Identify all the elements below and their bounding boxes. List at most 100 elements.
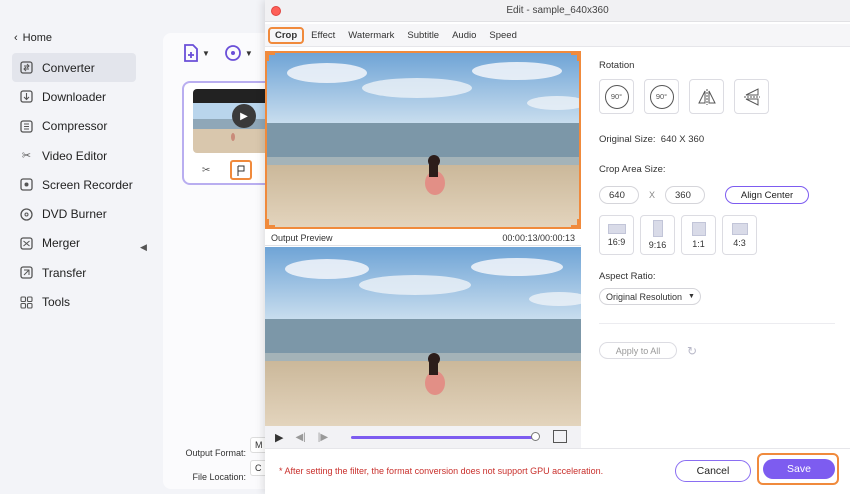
file-location-label: File Location:: [192, 472, 246, 482]
add-toolbar: ▼ ▼: [183, 44, 253, 62]
save-button[interactable]: Save: [763, 459, 835, 479]
original-size: Original Size: 640 X 360: [599, 134, 704, 145]
add-file-button[interactable]: ▼: [183, 44, 210, 62]
tab-effect[interactable]: Effect: [305, 27, 341, 44]
aspect-ratio-select[interactable]: Original Resolution ▼: [599, 288, 701, 305]
scissors-icon: ✂: [21, 150, 32, 163]
aspect-ratio-value: Original Resolution: [606, 291, 683, 302]
footer-divider: [265, 448, 850, 449]
dialog-title: Edit - sample_640x360: [506, 5, 609, 16]
chevron-left-icon: ‹: [14, 32, 18, 44]
next-frame-icon[interactable]: |▶: [318, 432, 328, 443]
sidebar-item-merger[interactable]: Merger: [12, 229, 136, 258]
reset-icon[interactable]: ↻: [687, 344, 697, 358]
ratio-9-16-icon: [652, 220, 663, 237]
ratio-9-16-button[interactable]: 9:16: [640, 215, 675, 255]
crop-settings: Rotation 90° 90° Original Size: 640 X 36…: [599, 60, 839, 359]
bottom-settings: Output Format: File Location:: [170, 441, 246, 489]
flip-horizontal-button[interactable]: [689, 79, 724, 114]
crop-handle-top-right[interactable]: [571, 53, 579, 61]
video-thumbnail-card[interactable]: ▶ ✂: [182, 81, 277, 185]
add-file-icon: [184, 44, 198, 62]
save-button-highlight: Save: [757, 453, 839, 485]
output-preview-image: [265, 247, 581, 426]
apply-to-all-button[interactable]: Apply to All: [599, 342, 677, 359]
output-preview: [265, 247, 581, 426]
sidebar-item-label: Screen Recorder: [42, 177, 133, 192]
ratio-1-1-icon: [691, 221, 706, 236]
tab-audio[interactable]: Audio: [446, 27, 482, 44]
screen-recorder-icon: [20, 178, 33, 191]
sidebar-item-label: Tools: [42, 295, 71, 310]
sidebar-item-transfer[interactable]: Transfer: [12, 258, 136, 287]
transfer-icon: [20, 266, 33, 279]
downloader-icon: [20, 90, 33, 104]
rotate-right-button[interactable]: 90°: [644, 79, 679, 114]
ratio-label: 9:16: [648, 240, 667, 250]
tab-watermark[interactable]: Watermark: [342, 27, 400, 44]
tab-subtitle[interactable]: Subtitle: [401, 27, 445, 44]
chevron-down-icon: ▼: [202, 48, 210, 58]
sidebar-nav: Converter Downloader Compressor ✂ Video …: [12, 53, 136, 317]
ratio-label: 16:9: [607, 236, 626, 247]
grid-icon: [20, 295, 33, 309]
crop-handle-top-left[interactable]: [267, 53, 275, 61]
ratio-4-3-button[interactable]: 4:3: [722, 215, 757, 255]
ratio-label: 4:3: [733, 237, 746, 248]
rotate-left-icon: 90°: [604, 84, 629, 109]
sidebar-item-tools[interactable]: Tools: [12, 287, 136, 316]
crop-area-row: 640 X 360 Align Center: [599, 186, 809, 204]
chevron-down-icon: ▼: [688, 293, 695, 300]
ratio-16-9-icon: [607, 223, 626, 234]
add-media-icon: [225, 45, 241, 61]
fullscreen-icon[interactable]: [553, 430, 567, 443]
crop-height-field[interactable]: 360: [665, 186, 705, 204]
crop-preview[interactable]: [265, 51, 581, 229]
ratio-4-3-icon: [731, 222, 748, 235]
ratio-1-1-button[interactable]: 1:1: [681, 215, 716, 255]
sidebar-item-label: DVD Burner: [42, 207, 107, 222]
sidebar-item-video-editor[interactable]: ✂ Video Editor: [12, 141, 136, 170]
play-button[interactable]: ▶: [275, 431, 283, 444]
close-dialog-icon[interactable]: [271, 6, 281, 16]
timeline-knob[interactable]: [531, 432, 540, 441]
video-thumbnail[interactable]: ▶: [193, 89, 273, 153]
disc-icon: [20, 207, 33, 221]
output-preview-label: Output Preview: [271, 233, 333, 243]
flip-vertical-button[interactable]: [734, 79, 769, 114]
settings-divider: [599, 323, 835, 324]
home-link[interactable]: ‹ Home: [14, 32, 52, 44]
sidebar-item-label: Compressor: [42, 119, 108, 134]
tab-crop[interactable]: Crop: [268, 26, 305, 44]
crop-tool-button[interactable]: [230, 160, 253, 180]
cancel-button[interactable]: Cancel: [675, 460, 751, 482]
add-media-button[interactable]: ▼: [224, 44, 253, 62]
collapse-sidebar-icon[interactable]: ◀: [140, 242, 147, 253]
crop-size-separator: X: [648, 190, 655, 200]
merger-icon: [20, 237, 33, 250]
sidebar-item-compressor[interactable]: Compressor: [12, 112, 136, 141]
sidebar-item-dvd-burner[interactable]: DVD Burner: [12, 199, 136, 228]
crop-handle-bottom-right[interactable]: [571, 219, 579, 227]
rotate-left-button[interactable]: 90°: [599, 79, 634, 114]
sidebar-item-label: Merger: [42, 236, 81, 251]
sidebar-item-downloader[interactable]: Downloader: [12, 82, 136, 111]
sidebar-item-screen-recorder[interactable]: Screen Recorder: [12, 170, 136, 199]
flip-vertical-icon: [743, 87, 760, 106]
tabs-divider: [265, 46, 850, 47]
output-preview-bar: Output Preview 00:00:13/00:00:13: [265, 231, 581, 246]
align-center-button[interactable]: Align Center: [725, 186, 809, 204]
timeline-slider[interactable]: [351, 436, 536, 439]
trim-scissors-icon[interactable]: ✂: [202, 165, 210, 176]
play-icon[interactable]: ▶: [232, 104, 256, 128]
tab-speed[interactable]: Speed: [483, 27, 522, 44]
ratio-16-9-button[interactable]: 16:9: [599, 215, 634, 255]
crop-width-field[interactable]: 640: [599, 186, 639, 204]
crop-handle-bottom-left[interactable]: [267, 219, 275, 227]
original-size-label: Original Size:: [599, 134, 656, 145]
ratio-presets: 16:9 9:16 1:1 4:3: [599, 215, 757, 255]
aspect-ratio-label: Aspect Ratio:: [599, 271, 656, 282]
thumbnail-tools: ✂: [202, 160, 253, 180]
previous-frame-icon[interactable]: ◀|: [295, 432, 305, 443]
sidebar-item-converter[interactable]: Converter: [12, 53, 136, 83]
